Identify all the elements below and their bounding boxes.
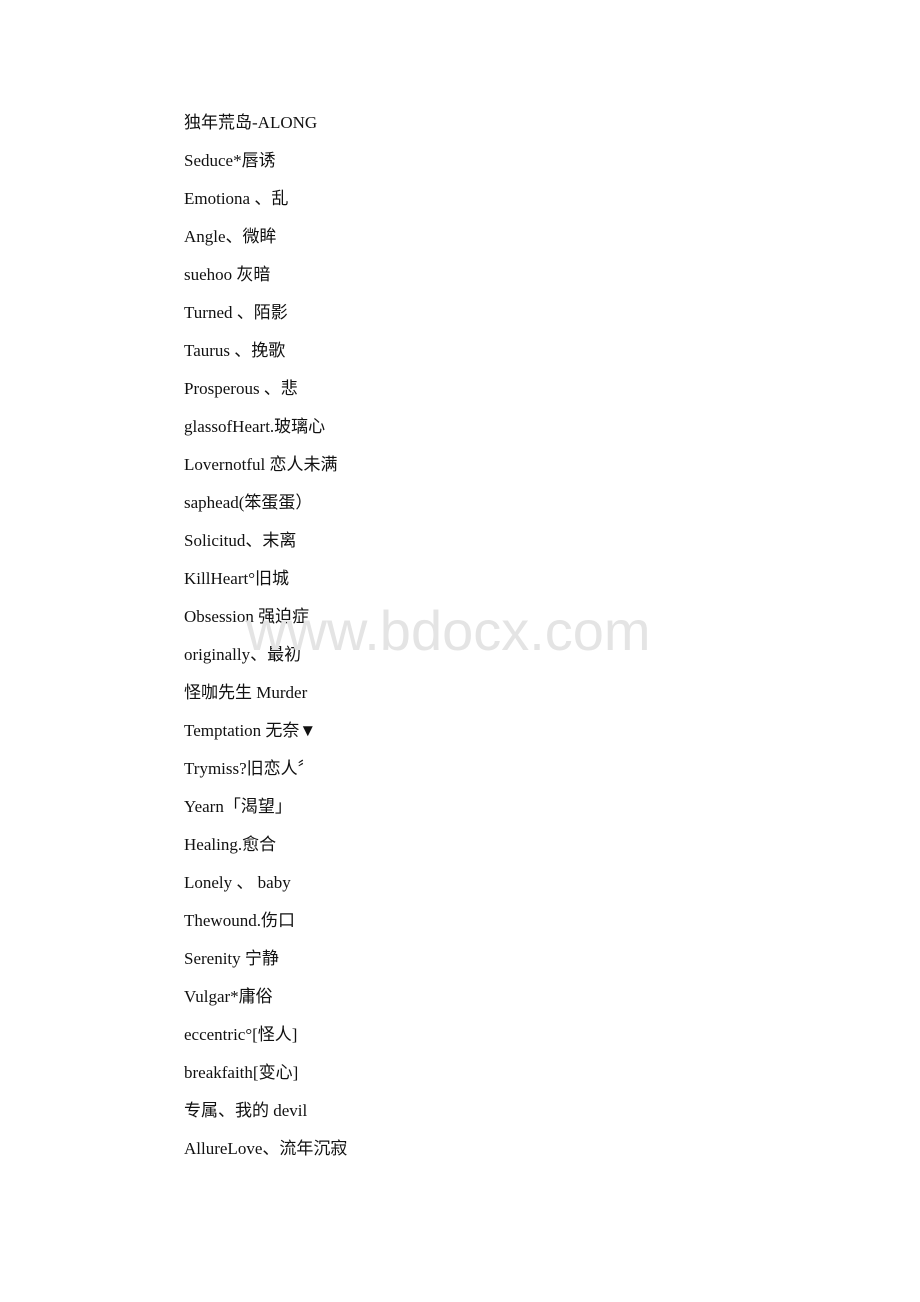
list-item: Taurus 、挽歌	[184, 341, 286, 360]
list-item: Turned 、陌影	[184, 303, 288, 322]
list-item: Healing.愈合	[184, 835, 277, 854]
list-item: Serenity 宁静	[184, 949, 279, 968]
list-item: Lovernotful 恋人未满	[184, 455, 338, 474]
list-item: Temptation 无奈▼	[184, 721, 317, 740]
list-item: Yearn「渴望」	[184, 797, 292, 816]
list-item: originally、最初	[184, 645, 302, 664]
list-item: saphead(笨蛋蛋）	[184, 493, 313, 512]
list-item: suehoo 灰暗	[184, 265, 271, 284]
list-item: Vulgar*庸俗	[184, 987, 273, 1006]
list-item: Trymiss?旧恋人〞	[184, 759, 315, 778]
list-item: Obsession 强迫症	[184, 607, 310, 626]
list-item: Prosperous 、悲	[184, 379, 298, 398]
list-item: Lonely 、 baby	[184, 873, 291, 892]
list-item: eccentric°[怪人]	[184, 1025, 298, 1044]
list-item: 怪咖先生 Murder	[184, 683, 308, 702]
list-item: Solicitud、末离	[184, 531, 297, 550]
list-item: Seduce*唇诱	[184, 151, 276, 170]
list-item: 独年荒岛-ALONG	[184, 113, 318, 132]
list-item: Thewound.伤口	[184, 911, 295, 930]
list-item: 专属、我的 devil	[184, 1101, 308, 1120]
list-item: glassofHeart.玻璃心	[184, 417, 326, 436]
list-item: breakfaith[变心]	[184, 1063, 299, 1082]
list-item: KillHeart°旧城	[184, 569, 289, 588]
nickname-list: 独年荒岛-ALONG Seduce*唇诱 Emotiona 、乱 Angle、微…	[184, 110, 347, 1174]
list-item: AllureLove、流年沉寂	[184, 1139, 348, 1158]
document-page: 独年荒岛-ALONG Seduce*唇诱 Emotiona 、乱 Angle、微…	[0, 0, 920, 1302]
list-item: Emotiona 、乱	[184, 189, 289, 208]
list-item: Angle、微眸	[184, 227, 277, 246]
